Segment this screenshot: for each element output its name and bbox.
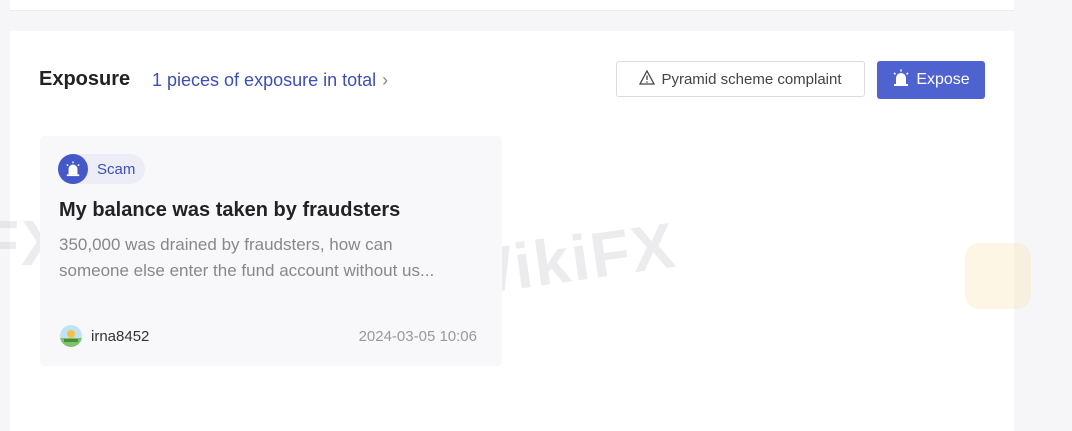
alarm-icon: [892, 69, 910, 92]
exposure-title: My balance was taken by fraudsters: [59, 199, 401, 221]
exposure-count-text: 1 pieces of exposure in total: [152, 70, 377, 90]
pyramid-complaint-button[interactable]: Pyramid scheme complaint: [616, 61, 865, 97]
excerpt-line-1: 350,000 was drained by fraudsters, how c…: [59, 235, 393, 254]
top-card: [10, 0, 1014, 11]
expose-label: Expose: [916, 71, 970, 88]
scam-tag: Scam: [58, 154, 146, 184]
alarm-icon: [58, 154, 88, 184]
exposure-excerpt: 350,000 was drained by fraudsters, how c…: [59, 232, 489, 284]
timestamp: 2024-03-05 10:06: [358, 328, 477, 345]
avatar: [60, 325, 82, 347]
watermark-logo: [965, 243, 1031, 309]
exposure-panel: WikiFX FX Exposure 1 pieces of exposure …: [0, 31, 1031, 431]
section-title: Exposure: [39, 68, 131, 90]
warning-triangle-icon: [639, 69, 656, 89]
exposure-card[interactable]: Scam My balance was taken by fraudsters …: [40, 136, 502, 366]
exposure-count-link[interactable]: 1 pieces of exposure in total ›: [152, 70, 388, 91]
username[interactable]: irna8452: [91, 328, 149, 345]
chevron-right-icon: ›: [382, 70, 389, 90]
excerpt-line-2: someone else enter the fund account with…: [59, 261, 435, 280]
pyramid-complaint-label: Pyramid scheme complaint: [661, 70, 842, 88]
expose-button[interactable]: Expose: [877, 61, 985, 99]
tag-label: Scam: [97, 160, 136, 178]
